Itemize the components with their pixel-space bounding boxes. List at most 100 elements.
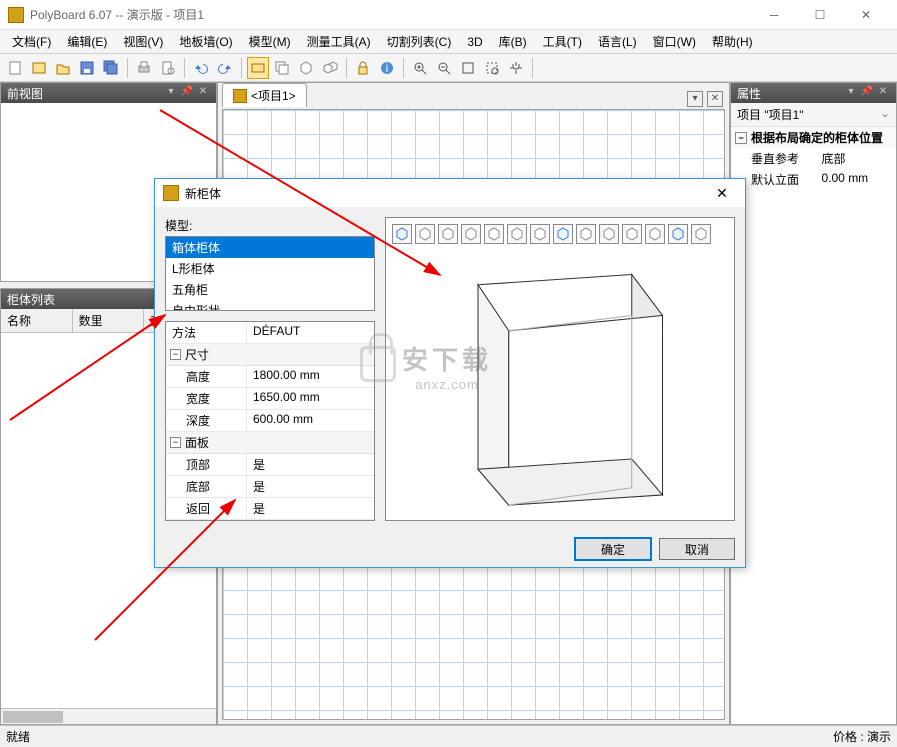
open-icon[interactable] [52, 57, 74, 79]
undo-icon[interactable] [190, 57, 212, 79]
prop-row[interactable]: 默认立面 0.00 mm [731, 169, 896, 190]
doc-tab-label: <项目1> [251, 87, 296, 104]
size-row[interactable]: 宽度1650.00 mm [166, 388, 374, 410]
shape-option-icon[interactable] [415, 224, 435, 244]
panel-row[interactable]: 底部是 [166, 476, 374, 498]
menu-model[interactable]: 模型(M) [241, 30, 299, 53]
menu-help[interactable]: 帮助(H) [704, 30, 761, 53]
pan-icon[interactable] [505, 57, 527, 79]
menu-tools[interactable]: 工具(T) [535, 30, 590, 53]
close-button[interactable]: ✕ [843, 0, 889, 30]
shape-option-icon[interactable] [668, 224, 688, 244]
redo-icon[interactable] [214, 57, 236, 79]
panel-group-label: 面板 [185, 434, 209, 451]
size-row[interactable]: 深度600.00 mm [166, 410, 374, 432]
model-list[interactable]: 箱体柜体 L形柜体 五角柜 自由形状 源自文档 [165, 236, 375, 311]
dialog-icon [163, 185, 179, 201]
boxes-icon[interactable] [319, 57, 341, 79]
document-tab[interactable]: <项目1> [222, 83, 307, 107]
zoom-region-icon[interactable] [481, 57, 503, 79]
shape-option-icon[interactable] [645, 224, 665, 244]
col-qty[interactable]: 数里 [73, 309, 145, 332]
cabinet-3d-preview [396, 254, 724, 521]
dialog-property-grid: 方法 DÉFAUT − 尺寸 高度1800.00 mm 宽度1650.00 mm… [165, 321, 375, 521]
panel-pin-icon[interactable]: 📌 [860, 86, 874, 100]
new-icon[interactable] [4, 57, 26, 79]
panel-close-icon[interactable]: ✕ [876, 86, 890, 100]
menu-floorwall[interactable]: 地板墙(O) [171, 30, 240, 53]
shape-option-icon[interactable] [461, 224, 481, 244]
zoom-out-icon[interactable] [433, 57, 455, 79]
collapse-toggle-icon[interactable]: − [170, 349, 181, 360]
shape-option-icon[interactable] [599, 224, 619, 244]
menu-language[interactable]: 语言(L) [590, 30, 645, 53]
shape-option-icon[interactable] [484, 224, 504, 244]
box-icon[interactable] [295, 57, 317, 79]
shape-option-icon[interactable] [691, 224, 711, 244]
menu-window[interactable]: 窗口(W) [645, 30, 704, 53]
new-cabinet-dialog: 新柜体 ✕ 模型: 箱体柜体 L形柜体 五角柜 自由形状 源自文档 方法 DÉF… [154, 178, 746, 568]
lock-icon[interactable] [352, 57, 374, 79]
menu-view[interactable]: 视图(V) [115, 30, 171, 53]
tab-close-icon[interactable]: ✕ [707, 91, 723, 107]
shape-option-icon[interactable] [622, 224, 642, 244]
menu-file[interactable]: 文档(F) [4, 30, 59, 53]
panel-dropdown-icon[interactable]: ▾ [164, 86, 178, 100]
status-left: 就绪 [6, 728, 30, 745]
shape-option-icon[interactable] [438, 224, 458, 244]
dialog-close-icon[interactable]: ✕ [707, 185, 737, 202]
save-all-icon[interactable] [100, 57, 122, 79]
model-item-box[interactable]: 箱体柜体 [166, 237, 374, 258]
collapse-toggle-icon[interactable]: − [735, 132, 747, 144]
shape-option-icon[interactable] [576, 224, 596, 244]
cancel-button[interactable]: 取消 [659, 538, 735, 560]
maximize-button[interactable]: ☐ [797, 0, 843, 30]
col-name[interactable]: 名称 [1, 309, 73, 332]
panel-row[interactable]: 返回是 [166, 498, 374, 520]
model-item-free[interactable]: 自由形状 [166, 300, 374, 311]
print-icon[interactable] [133, 57, 155, 79]
menubar: 文档(F) 编辑(E) 视图(V) 地板墙(O) 模型(M) 测量工具(A) 切… [0, 30, 897, 54]
horizontal-scrollbar[interactable] [1, 708, 216, 724]
size-row[interactable]: 高度1800.00 mm [166, 366, 374, 388]
minimize-button[interactable]: ─ [751, 0, 797, 30]
shape-option-icon[interactable] [530, 224, 550, 244]
menu-3d[interactable]: 3D [459, 32, 490, 52]
window-title: PolyBoard 6.07 -- 演示版 - 项目1 [30, 6, 751, 23]
print-preview-icon[interactable] [157, 57, 179, 79]
prop-row[interactable]: 垂直参考 底部 [731, 148, 896, 169]
tab-dropdown-icon[interactable]: ▾ [687, 91, 703, 107]
model-label: 模型: [165, 217, 375, 234]
menu-measure[interactable]: 测量工具(A) [299, 30, 379, 53]
save-icon[interactable] [76, 57, 98, 79]
toolbar: i [0, 54, 897, 82]
chevron-down-icon[interactable]: ⌄ [880, 106, 890, 123]
dialog-preview-pane [385, 217, 735, 521]
model-item-pentagon[interactable]: 五角柜 [166, 279, 374, 300]
menu-edit[interactable]: 编辑(E) [59, 30, 115, 53]
shape-option-icon[interactable] [507, 224, 527, 244]
front-view-title: 前视图 [7, 85, 43, 102]
collapse-toggle-icon[interactable]: − [170, 437, 181, 448]
menu-cutlist[interactable]: 切割列表(C) [379, 30, 460, 53]
cabinet-list-title: 柜体列表 [7, 291, 55, 308]
prop-object-title: 项目 "项目1" [737, 106, 804, 123]
menu-library[interactable]: 库(B) [491, 30, 535, 53]
view-persp-icon[interactable] [247, 57, 269, 79]
panel-dropdown-icon[interactable]: ▾ [844, 86, 858, 100]
shape-option-icon[interactable] [553, 224, 573, 244]
ok-button[interactable]: 确定 [575, 538, 651, 560]
new-cabinet-icon[interactable] [28, 57, 50, 79]
copy-icon[interactable] [271, 57, 293, 79]
model-item-l[interactable]: L形柜体 [166, 258, 374, 279]
titlebar: PolyBoard 6.07 -- 演示版 - 项目1 ─ ☐ ✕ [0, 0, 897, 30]
zoom-in-icon[interactable] [409, 57, 431, 79]
panel-close-icon[interactable]: ✕ [196, 86, 210, 100]
method-row[interactable]: 方法 DÉFAUT [166, 322, 374, 344]
panel-row[interactable]: 顶部是 [166, 454, 374, 476]
zoom-fit-icon[interactable] [457, 57, 479, 79]
info-icon[interactable]: i [376, 57, 398, 79]
properties-panel: 属性 ▾ 📌 ✕ 项目 "项目1" ⌄ − 根据布局确定的柜体位置 垂直参考 [730, 82, 897, 725]
shape-option-icon[interactable] [392, 224, 412, 244]
panel-pin-icon[interactable]: 📌 [180, 86, 194, 100]
